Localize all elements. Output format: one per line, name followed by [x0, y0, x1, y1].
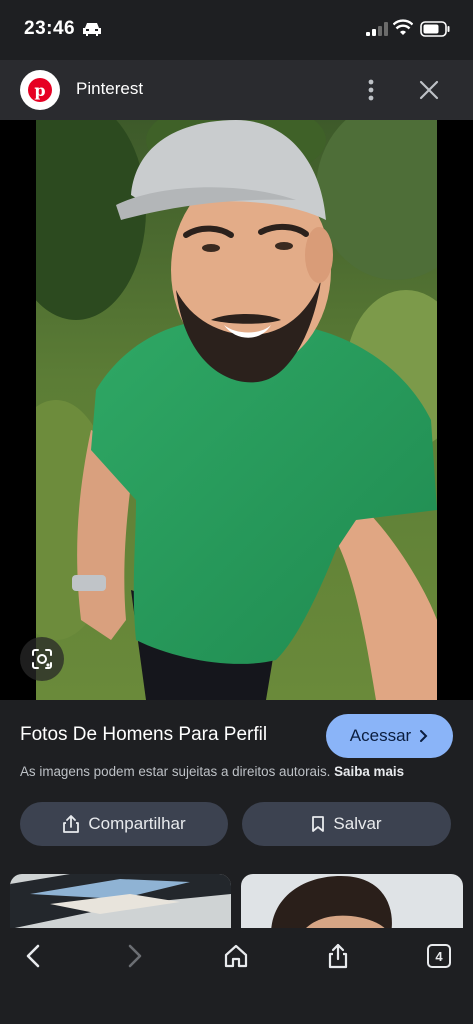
visit-button[interactable]: Acessar [326, 714, 453, 758]
lens-icon [32, 649, 52, 669]
share-icon [63, 815, 80, 833]
related-image-1-illustration [10, 874, 231, 934]
copyright-notice: As imagens podem estar sujeitas a direit… [20, 764, 404, 779]
visit-button-label: Acessar [349, 726, 412, 745]
forward-arrow-icon[interactable] [120, 942, 148, 970]
share-button[interactable]: Compartilhar [20, 802, 228, 846]
close-icon[interactable] [417, 78, 441, 102]
chevron-right-icon [420, 730, 428, 742]
share-page-icon[interactable] [324, 942, 352, 970]
browser-header: p Pinterest [0, 60, 473, 120]
learn-more-link[interactable]: Saiba mais [334, 764, 404, 779]
save-button[interactable]: Salvar [242, 802, 451, 846]
home-icon[interactable] [222, 942, 250, 970]
more-vertical-icon[interactable] [360, 77, 382, 103]
bookmark-icon [312, 816, 325, 832]
wifi-icon [393, 19, 413, 35]
lens-button[interactable] [20, 637, 64, 681]
related-image-2-illustration [241, 874, 463, 934]
save-button-label: Salvar [333, 814, 382, 833]
site-name: Pinterest [76, 79, 144, 98]
copyright-text: As imagens podem estar sujeitas a direit… [20, 764, 331, 779]
status-bar: 23:46 [0, 0, 473, 60]
result-photo[interactable] [36, 120, 437, 700]
back-arrow-icon[interactable] [20, 942, 48, 970]
related-image-1[interactable] [10, 874, 231, 934]
battery-icon [420, 21, 450, 37]
related-image-2[interactable] [241, 874, 463, 934]
browser-toolbar: 4 [0, 928, 473, 1024]
pinterest-logo-mark: p [28, 78, 52, 102]
share-button-label: Compartilhar [88, 814, 186, 833]
result-title[interactable]: Fotos De Homens Para Perfil [20, 724, 267, 746]
car-icon [83, 23, 101, 36]
image-viewer [0, 120, 473, 700]
status-time: 23:46 [24, 18, 76, 39]
tabs-icon[interactable]: 4 [427, 944, 451, 968]
signal-icon [366, 22, 388, 36]
pinterest-logo: p [20, 70, 60, 110]
photo-illustration [36, 120, 437, 700]
